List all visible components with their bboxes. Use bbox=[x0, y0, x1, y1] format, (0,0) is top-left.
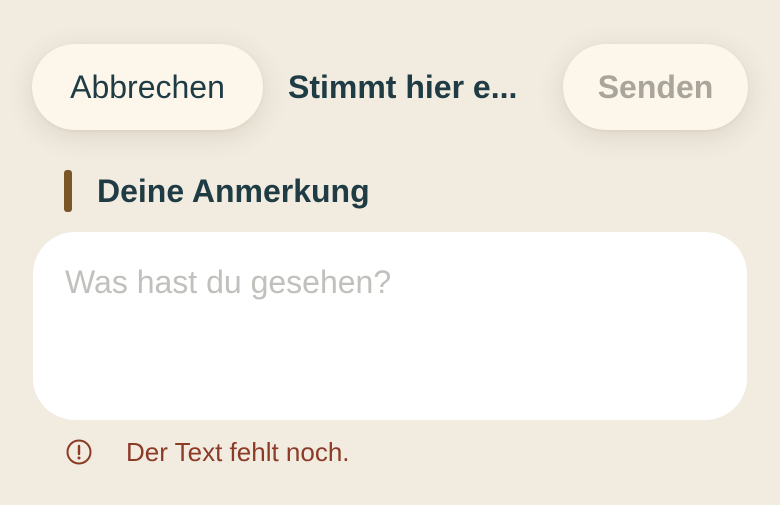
comment-input[interactable] bbox=[33, 232, 747, 420]
section-title: Deine Anmerkung bbox=[97, 172, 370, 209]
exclamation-circle-icon bbox=[66, 439, 92, 465]
cancel-button[interactable]: Abbrechen bbox=[32, 44, 263, 130]
validation-error: Der Text fehlt noch. bbox=[66, 434, 350, 470]
comment-card bbox=[33, 232, 747, 420]
section-header: Deine Anmerkung bbox=[64, 170, 370, 212]
top-toolbar: Abbrechen Stimmt hier e... Senden bbox=[0, 0, 780, 150]
send-button[interactable]: Senden bbox=[563, 44, 748, 130]
error-message: Der Text fehlt noch. bbox=[126, 436, 350, 467]
section-accent-bar bbox=[64, 170, 72, 212]
page-title: Stimmt hier e... bbox=[288, 68, 518, 105]
